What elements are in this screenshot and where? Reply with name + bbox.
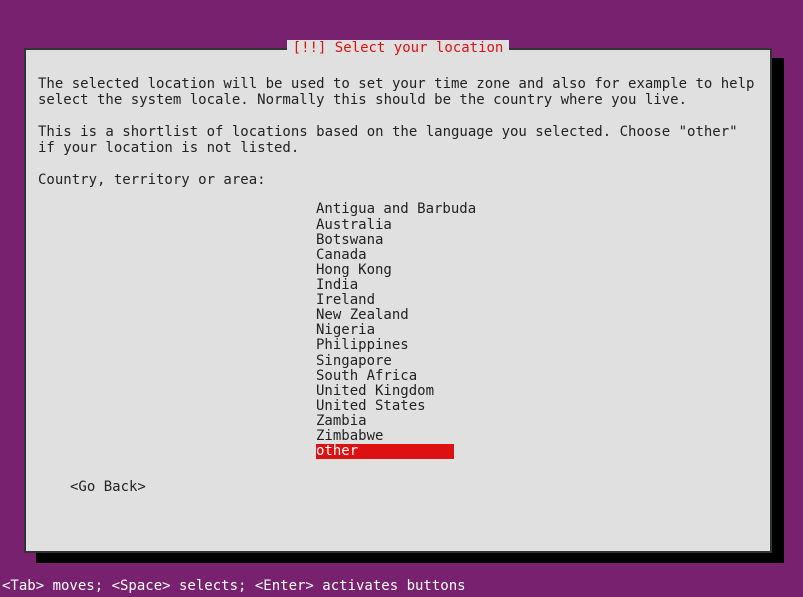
dialog-title-row: [!!] Select your location bbox=[26, 40, 770, 56]
location-list: Antigua and BarbudaAustraliaBotswanaCana… bbox=[316, 202, 758, 459]
location-item[interactable]: United Kingdom bbox=[316, 384, 434, 399]
dialog-body: The selected location will be used to se… bbox=[36, 76, 760, 495]
dialog-title: [!!] Select your location bbox=[287, 40, 510, 56]
location-item[interactable]: Zambia bbox=[316, 414, 367, 429]
location-item[interactable]: Zimbabwe bbox=[316, 429, 383, 444]
location-item[interactable]: United States bbox=[316, 399, 426, 414]
location-item[interactable]: Antigua and Barbuda bbox=[316, 202, 476, 217]
location-item[interactable]: India bbox=[316, 278, 358, 293]
location-item[interactable]: other bbox=[316, 444, 454, 459]
location-dialog: [!!] Select your location The selected l… bbox=[24, 48, 772, 553]
location-item[interactable]: Ireland bbox=[316, 293, 375, 308]
location-item[interactable]: South Africa bbox=[316, 369, 417, 384]
location-item[interactable]: Philippines bbox=[316, 338, 409, 353]
location-item[interactable]: Nigeria bbox=[316, 323, 375, 338]
dialog-paragraph-1: The selected location will be used to se… bbox=[38, 76, 758, 108]
location-item[interactable]: Hong Kong bbox=[316, 263, 392, 278]
help-bar: <Tab> moves; <Space> selects; <Enter> ac… bbox=[2, 578, 466, 594]
location-item[interactable]: Australia bbox=[316, 218, 392, 233]
location-item[interactable]: New Zealand bbox=[316, 308, 409, 323]
go-back-button[interactable]: <Go Back> bbox=[70, 479, 146, 495]
location-item[interactable]: Botswana bbox=[316, 233, 383, 248]
dialog-paragraph-2: This is a shortlist of locations based o… bbox=[38, 124, 758, 156]
location-item[interactable]: Canada bbox=[316, 248, 367, 263]
location-item[interactable]: Singapore bbox=[316, 354, 392, 369]
dialog-prompt: Country, territory or area: bbox=[38, 172, 758, 188]
